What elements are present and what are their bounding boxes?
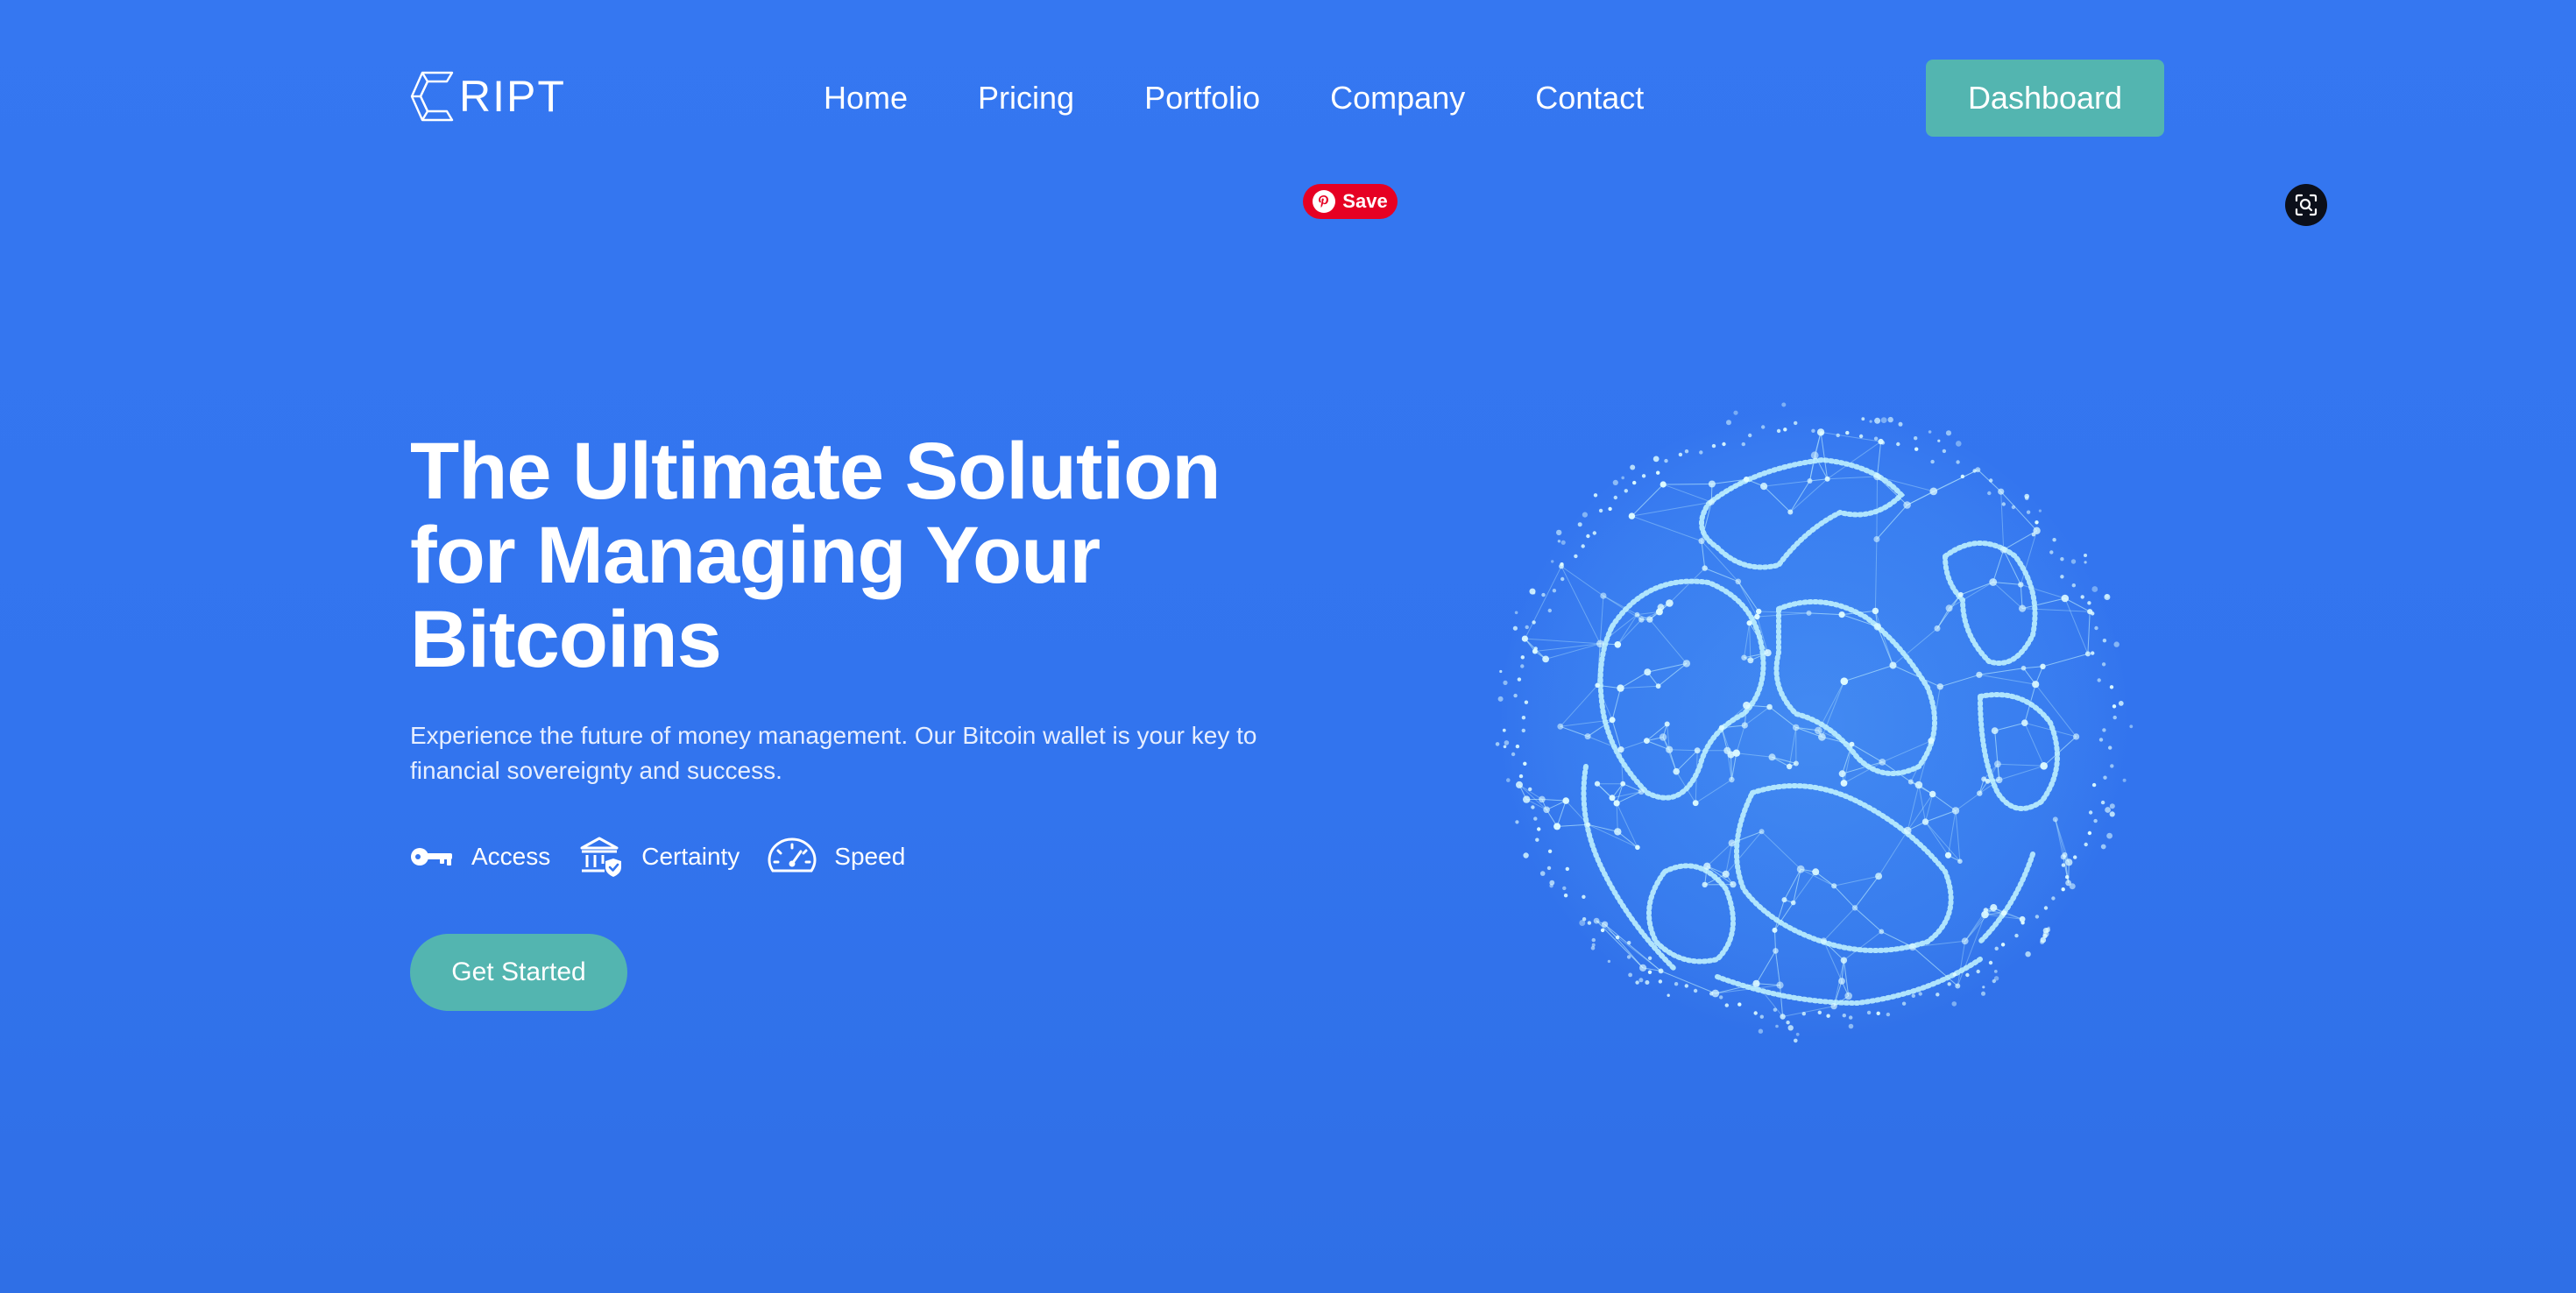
pinterest-save-button[interactable]: Save	[1303, 184, 1398, 219]
key-icon	[410, 845, 454, 868]
feature-speed-label: Speed	[834, 843, 906, 870]
visual-search-icon	[2295, 194, 2318, 216]
nav-home[interactable]: Home	[824, 74, 908, 123]
get-started-button[interactable]: Get Started	[410, 934, 627, 1011]
pinterest-icon	[1313, 190, 1336, 213]
feature-list: Access Certainty Speed	[410, 832, 933, 881]
logo[interactable]: RIPT	[410, 70, 566, 123]
nav-pricing[interactable]: Pricing	[978, 74, 1074, 123]
bank-shield-icon	[578, 834, 624, 880]
network-globe-illustration	[1490, 399, 2138, 1047]
globe-graphic	[1495, 402, 2134, 1043]
hero-subtitle: Experience the future of money managemen…	[410, 722, 1257, 784]
speedometer-icon	[768, 837, 817, 876]
landing-page: RIPT Home Pricing Portfolio Company Cont…	[0, 0, 2576, 1293]
feature-certainty-label: Certainty	[641, 843, 740, 870]
feature-speed: Speed	[768, 837, 905, 876]
nav-contact[interactable]: Contact	[1535, 74, 1644, 123]
logo-mark-icon	[410, 71, 454, 122]
dashboard-button[interactable]: Dashboard	[1926, 60, 2164, 137]
feature-certainty: Certainty	[578, 834, 740, 880]
main-nav: Home Pricing Portfolio Company Contact	[824, 74, 1644, 123]
logo-text: RIPT	[459, 72, 566, 121]
nav-portfolio[interactable]: Portfolio	[1144, 74, 1260, 123]
hero-title: The Ultimate Solution for Managing Your …	[410, 427, 1221, 684]
pinterest-save-label: Save	[1342, 190, 1388, 212]
feature-access-label: Access	[471, 843, 551, 870]
feature-access: Access	[410, 843, 550, 871]
nav-company[interactable]: Company	[1330, 74, 1465, 123]
visual-search-button[interactable]	[2285, 184, 2327, 226]
